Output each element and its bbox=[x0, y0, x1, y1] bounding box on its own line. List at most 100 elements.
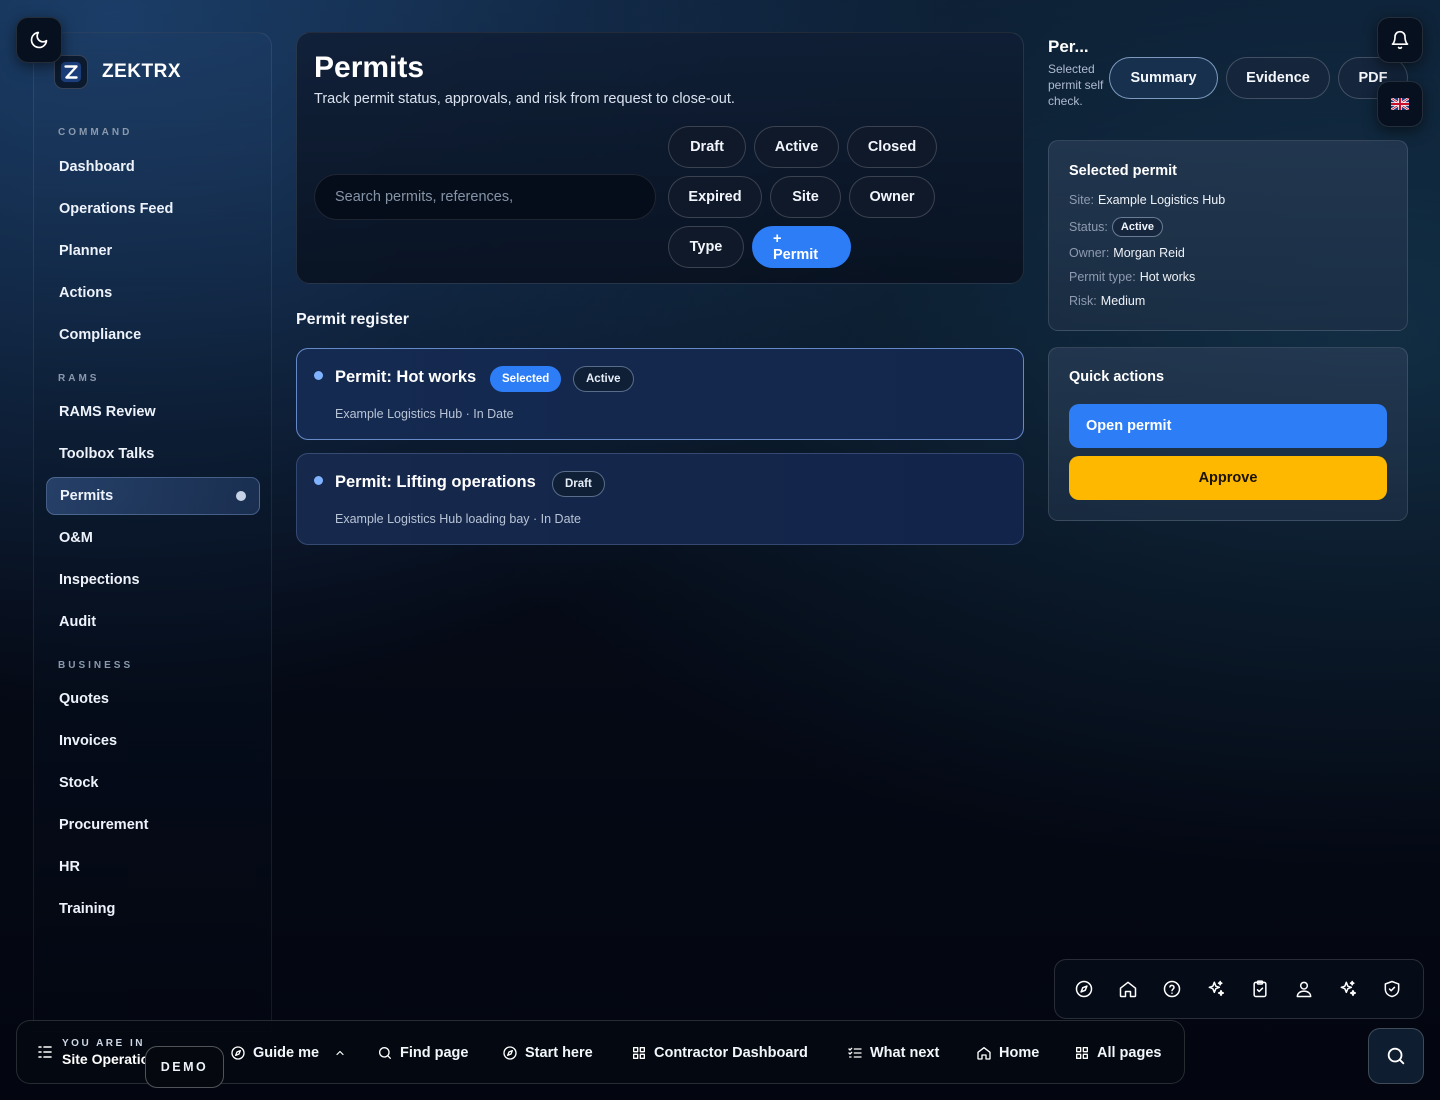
what-next-button[interactable]: What next bbox=[847, 1043, 939, 1063]
all-pages-label: All pages bbox=[1097, 1045, 1162, 1061]
sidebar-item-operations-feed[interactable]: Operations Feed bbox=[46, 190, 260, 228]
right-panel-title: Per... bbox=[1048, 37, 1089, 56]
sidebar-item-rams-review[interactable]: RAMS Review bbox=[46, 393, 260, 431]
what-next-label: What next bbox=[870, 1045, 940, 1061]
page-title: Permits bbox=[314, 51, 425, 84]
search-input[interactable] bbox=[335, 189, 655, 205]
language-button[interactable] bbox=[1377, 81, 1423, 127]
sidebar-item-permits[interactable]: Permits bbox=[46, 477, 260, 515]
open-permit-button[interactable]: Open permit bbox=[1069, 404, 1387, 448]
filter-type-button[interactable]: Type bbox=[668, 226, 744, 268]
selected-badge: Selected bbox=[490, 366, 562, 392]
filter-site-button[interactable]: Site bbox=[770, 176, 841, 218]
guide-me-label: Guide me bbox=[253, 1045, 320, 1061]
compass-icon bbox=[230, 1045, 246, 1061]
sparkles-icon[interactable] bbox=[1338, 979, 1358, 999]
sidebar-item-inspections[interactable]: Inspections bbox=[46, 561, 260, 599]
home-label: Home bbox=[999, 1045, 1040, 1061]
start-here-button[interactable]: Start here bbox=[502, 1043, 593, 1063]
sidebar-item-hr[interactable]: HR bbox=[46, 848, 260, 886]
permit-title: Permit: Hot works bbox=[335, 368, 477, 386]
grid-icon bbox=[1074, 1045, 1090, 1061]
sparkles-icon[interactable] bbox=[1206, 979, 1226, 999]
right-panel-subtitle: Selected permit self check. bbox=[1048, 62, 1104, 108]
compass-icon[interactable] bbox=[1074, 979, 1094, 999]
sidebar: ZEKTRX COMMAND Dashboard Operations Feed… bbox=[33, 32, 272, 1032]
filter-closed-button[interactable]: Closed bbox=[847, 126, 937, 168]
sidebar-item-training[interactable]: Training bbox=[46, 890, 260, 928]
quick-actions-card: Quick actions Open permit Approve bbox=[1048, 347, 1408, 521]
user-pin-icon[interactable] bbox=[1294, 979, 1314, 999]
shield-check-icon[interactable] bbox=[1382, 979, 1402, 999]
contractor-dashboard-label: Contractor Dashboard bbox=[654, 1045, 808, 1061]
permit-subtitle: Example Logistics Hub · In Date bbox=[335, 407, 514, 421]
sidebar-item-toolbox-talks[interactable]: Toolbox Talks bbox=[46, 435, 260, 473]
search-icon bbox=[1385, 1045, 1407, 1067]
tab-summary[interactable]: Summary bbox=[1109, 57, 1218, 99]
owner-label: Owner: bbox=[1069, 246, 1110, 260]
permit-type-value: Hot works bbox=[1139, 270, 1196, 284]
status-label: Status: bbox=[1069, 220, 1108, 234]
sidebar-item-procurement[interactable]: Procurement bbox=[46, 806, 260, 844]
quick-icon-dock bbox=[1054, 959, 1424, 1019]
start-here-label: Start here bbox=[525, 1045, 593, 1061]
permit-type-row: Permit type: Hot works bbox=[1069, 270, 1195, 284]
contractor-dashboard-button[interactable]: Contractor Dashboard bbox=[631, 1043, 808, 1063]
brand-name: ZEKTRX bbox=[102, 61, 181, 82]
find-page-label: Find page bbox=[400, 1045, 469, 1061]
sidebar-item-planner[interactable]: Planner bbox=[46, 232, 260, 270]
notifications-button[interactable] bbox=[1377, 17, 1423, 63]
sidebar-item-stock[interactable]: Stock bbox=[46, 764, 260, 802]
sidebar-item-om[interactable]: O&M bbox=[46, 519, 260, 557]
tab-evidence[interactable]: Evidence bbox=[1226, 57, 1330, 99]
sidebar-item-quotes[interactable]: Quotes bbox=[46, 680, 260, 718]
global-search-button[interactable] bbox=[1368, 1028, 1424, 1084]
find-page-button[interactable]: Find page bbox=[377, 1043, 468, 1063]
page-subtitle: Track permit status, approvals, and risk… bbox=[314, 91, 735, 107]
list-tree-icon[interactable] bbox=[37, 1045, 53, 1059]
sidebar-item-audit[interactable]: Audit bbox=[46, 603, 260, 641]
status-dot bbox=[314, 476, 323, 485]
filter-owner-button[interactable]: Owner bbox=[849, 176, 935, 218]
filter-expired-button[interactable]: Expired bbox=[668, 176, 762, 218]
permit-card-lifting-operations[interactable]: Permit: Lifting operations Draft Example… bbox=[296, 453, 1024, 545]
status-dot bbox=[314, 371, 323, 380]
home-icon bbox=[976, 1045, 992, 1061]
home-button[interactable]: Home bbox=[976, 1043, 1039, 1063]
permit-title: Permit: Lifting operations bbox=[335, 473, 536, 491]
clipboard-icon[interactable] bbox=[1250, 979, 1270, 999]
owner-row: Owner: Morgan Reid bbox=[1069, 246, 1185, 260]
sidebar-item-invoices[interactable]: Invoices bbox=[46, 722, 260, 760]
permit-subtitle: Example Logistics Hub loading bay · In D… bbox=[335, 512, 581, 526]
home-icon[interactable] bbox=[1118, 979, 1138, 999]
site-value: Example Logistics Hub bbox=[1098, 193, 1226, 207]
sidebar-item-compliance[interactable]: Compliance bbox=[46, 316, 260, 354]
guide-me-button[interactable]: Guide me bbox=[230, 1043, 346, 1063]
grid-icon bbox=[631, 1045, 647, 1061]
approve-button[interactable]: Approve bbox=[1069, 456, 1387, 500]
theme-toggle-button[interactable] bbox=[16, 17, 62, 63]
site-label: Site: bbox=[1069, 193, 1095, 207]
sidebar-item-dashboard[interactable]: Dashboard bbox=[46, 148, 260, 186]
filter-draft-button[interactable]: Draft bbox=[668, 126, 746, 168]
help-icon[interactable] bbox=[1162, 979, 1182, 999]
permits-header-panel: Permits Track permit status, approvals, … bbox=[296, 32, 1024, 284]
sidebar-item-actions[interactable]: Actions bbox=[46, 274, 260, 312]
filter-active-button[interactable]: Active bbox=[754, 126, 839, 168]
owner-value: Morgan Reid bbox=[1113, 246, 1185, 260]
selected-permit-card: Selected permit Site: Example Logistics … bbox=[1048, 140, 1408, 331]
bell-icon bbox=[1390, 30, 1410, 50]
permit-card-hot-works[interactable]: Permit: Hot works Selected Active Exampl… bbox=[296, 348, 1024, 440]
quick-actions-heading: Quick actions bbox=[1069, 369, 1165, 385]
compass-icon bbox=[502, 1045, 518, 1061]
uk-flag-icon bbox=[1391, 98, 1409, 110]
add-permit-button[interactable]: + Permit bbox=[752, 226, 851, 268]
all-pages-button[interactable]: All pages bbox=[1074, 1043, 1161, 1063]
risk-value: Medium bbox=[1100, 294, 1146, 308]
permit-register-heading: Permit register bbox=[296, 311, 409, 328]
risk-label: Risk: bbox=[1069, 294, 1097, 308]
nav-section-business: BUSINESS bbox=[58, 660, 134, 671]
search-box bbox=[314, 174, 656, 220]
brand[interactable]: ZEKTRX bbox=[54, 55, 181, 89]
demo-badge: DEMO bbox=[145, 1046, 224, 1088]
